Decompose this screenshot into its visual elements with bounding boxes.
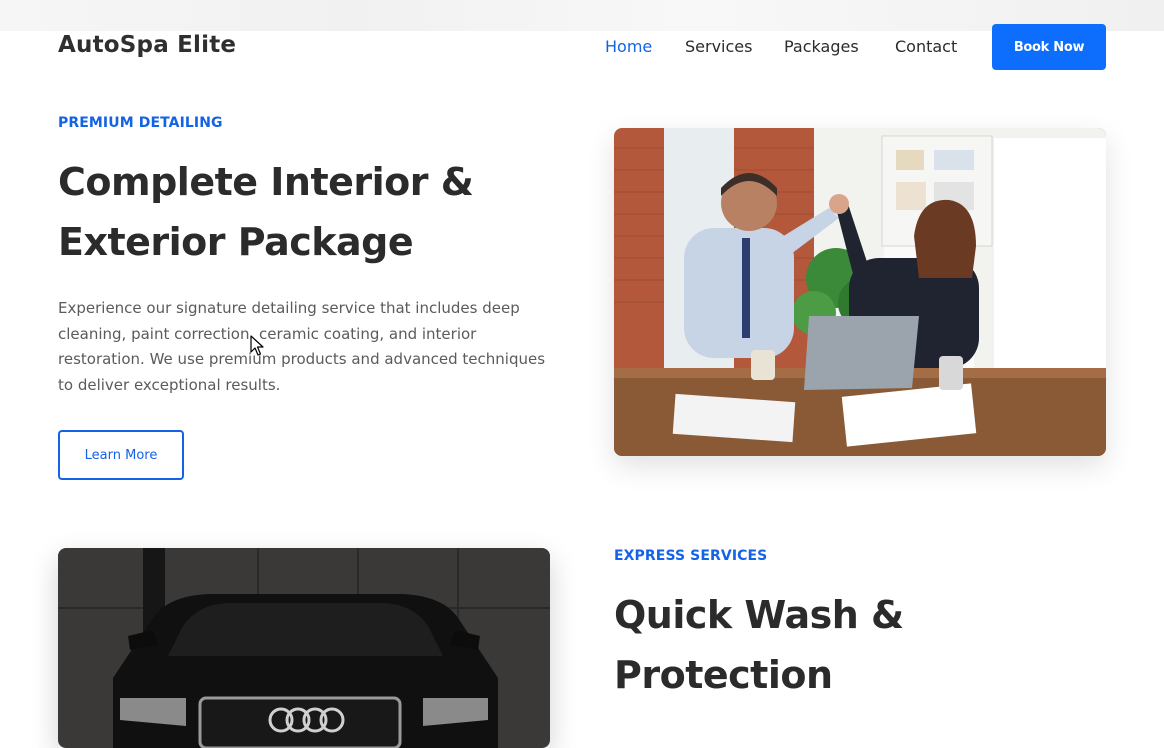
section2-title-line2: Protection (614, 653, 833, 697)
nav-services[interactable]: Services (685, 37, 752, 56)
office-high-five-photo (614, 128, 1106, 456)
nav-home[interactable]: Home (605, 37, 652, 56)
section1-title: Complete Interior & Exterior Package (58, 152, 474, 272)
section1-description: Experience our signature detailing servi… (58, 299, 546, 395)
section1-title-line2: Exterior Package (58, 220, 414, 264)
top-strip (0, 0, 1164, 31)
car-photo-illustration (58, 548, 550, 748)
section1-eyebrow: PREMIUM DETAILING (58, 115, 223, 131)
section2-eyebrow: EXPRESS SERVICES (614, 548, 768, 564)
nav-packages[interactable]: Packages (784, 37, 859, 56)
nav-contact[interactable]: Contact (895, 37, 957, 56)
book-now-button[interactable]: Book Now (992, 24, 1106, 70)
section1-title-line1: Complete Interior & (58, 160, 474, 204)
section2-title: Quick Wash & Protection (614, 585, 904, 705)
brand-logo[interactable]: AutoSpa Elite (58, 32, 236, 58)
learn-more-button[interactable]: Learn More (58, 430, 184, 480)
office-photo-illustration (614, 128, 1106, 456)
black-car-front-photo (58, 548, 550, 748)
section2-title-line1: Quick Wash & (614, 593, 904, 637)
arrow-cursor-icon (250, 335, 264, 356)
